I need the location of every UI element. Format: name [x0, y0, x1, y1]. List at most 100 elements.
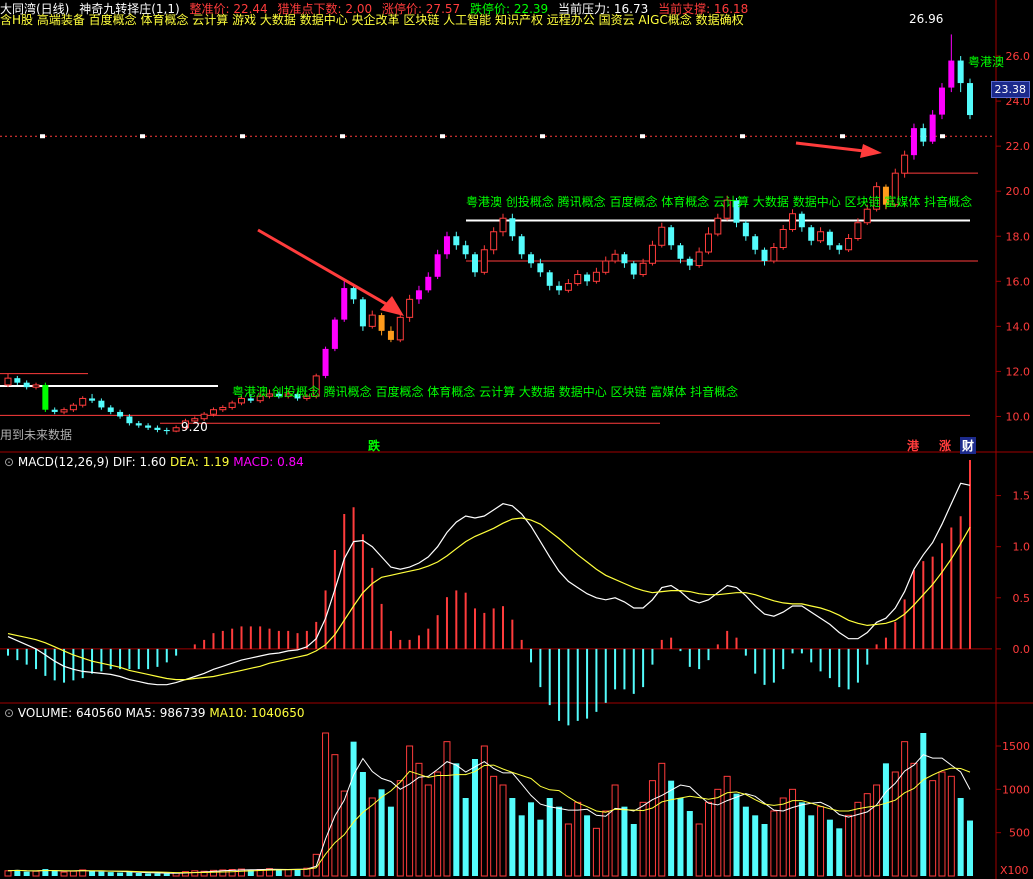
volume-bar [546, 798, 553, 876]
volume-bar [368, 797, 376, 877]
stock-chart: 26.024.022.020.018.016.014.012.010.01.51… [0, 0, 1033, 879]
volume-bar [873, 784, 881, 877]
volume-bar [462, 798, 469, 876]
candle-body [770, 247, 778, 262]
candle-body [51, 409, 58, 412]
volume-bar [406, 745, 414, 877]
volume-bar [761, 824, 768, 876]
candle-body [359, 299, 366, 327]
candle-body [836, 245, 843, 250]
candle-body [396, 316, 404, 341]
candle-body [602, 260, 610, 273]
macd-tick-label: 1.5 [1013, 490, 1031, 503]
volume-bar [564, 823, 572, 877]
candle-body [863, 208, 871, 224]
candle-body [219, 406, 227, 411]
candle-body [929, 114, 936, 142]
volume-bar [630, 824, 637, 876]
volume-bar [668, 780, 675, 876]
collapse-icon[interactable]: ⊙ [4, 455, 14, 469]
volume-bar [592, 827, 600, 877]
candle-body [546, 272, 553, 286]
dotted-line-marker [740, 134, 745, 139]
current-price-tag: 23.38 [990, 81, 1030, 98]
volume-bar [826, 819, 833, 876]
macd-dea-label: DEA: 1.19 [170, 455, 230, 469]
volume-bar [770, 810, 778, 877]
volume-bar [275, 869, 282, 876]
dotted-line-marker [340, 134, 345, 139]
volume-bar [424, 784, 432, 877]
candle-body [406, 298, 414, 318]
dotted-line-marker [840, 134, 845, 139]
candle-body [135, 423, 142, 426]
candle-body [200, 413, 208, 420]
volume-bar [434, 771, 442, 877]
dotted-line-marker [940, 134, 945, 139]
candle-body [779, 228, 787, 249]
candle-body [957, 60, 964, 84]
volume-bar [695, 823, 703, 877]
marker-gang: 港 [907, 439, 920, 453]
peak-label: 26.96 [909, 12, 944, 26]
collapse-icon[interactable]: ⊙ [4, 706, 14, 720]
volume-tick-label: 1000 [1002, 783, 1030, 796]
macd-tick-label: 1.0 [1013, 541, 1031, 554]
candle-body [686, 258, 693, 266]
volume-bar [294, 869, 301, 876]
volume-bar [528, 802, 535, 876]
volume-tick-label: 1500 [1002, 740, 1030, 753]
candle-body [163, 429, 170, 432]
candle-body [14, 378, 21, 383]
candle-body [920, 128, 927, 142]
volume-bar [387, 806, 394, 876]
volume-bar [957, 798, 964, 876]
volume-bar [639, 801, 647, 877]
volume-bar [69, 870, 77, 877]
volume-bar [854, 801, 862, 877]
candle-body [145, 425, 152, 428]
side-concept-label: 粤港澳 [968, 55, 1005, 69]
volume-bar [471, 759, 478, 876]
price-tick-label: 14.0 [1006, 320, 1031, 333]
candle-body [648, 244, 656, 264]
macd-panel-title: ⊙ MACD(12,26,9) DIF: 1.60 DEA: 1.19 MACD… [4, 455, 304, 469]
candle-body [480, 249, 488, 273]
volume-bar [107, 872, 114, 876]
candle-body [704, 233, 712, 253]
candle-body [518, 236, 525, 255]
candle-body [228, 402, 236, 408]
volume-bar [574, 801, 582, 877]
candle-body [658, 226, 666, 246]
volume-bar [947, 775, 955, 877]
candle-body [714, 217, 722, 235]
candle-body [742, 222, 749, 237]
volume-bar [396, 780, 404, 877]
candle-body [322, 348, 329, 376]
candle-body [592, 271, 600, 282]
price-tick-label: 12.0 [1006, 365, 1031, 378]
volume-bar [723, 775, 731, 877]
candle-body [948, 60, 955, 88]
volume-bar [602, 810, 610, 877]
volume-bar [98, 871, 105, 876]
candle-body [556, 285, 563, 291]
marker-zhang: 涨 [939, 439, 952, 453]
volume-ma10-line [7, 764, 971, 874]
volume-unit: X100 [1000, 864, 1029, 877]
candle-body [630, 263, 637, 275]
candle-body [967, 83, 973, 116]
volume-bar [752, 815, 759, 876]
candle-body [378, 315, 385, 331]
volume-bar [808, 815, 815, 876]
candle-body [677, 245, 684, 259]
volume-title: VOLUME: 640560 [17, 706, 122, 720]
volume-bar [4, 870, 12, 877]
volume-bar [32, 870, 40, 877]
volume-tick-label: 500 [1009, 827, 1030, 840]
volume-bar [677, 798, 684, 876]
volume-bar [938, 771, 946, 877]
candle-body [611, 253, 619, 262]
candle-body [910, 128, 917, 156]
volume-bar [789, 788, 797, 877]
